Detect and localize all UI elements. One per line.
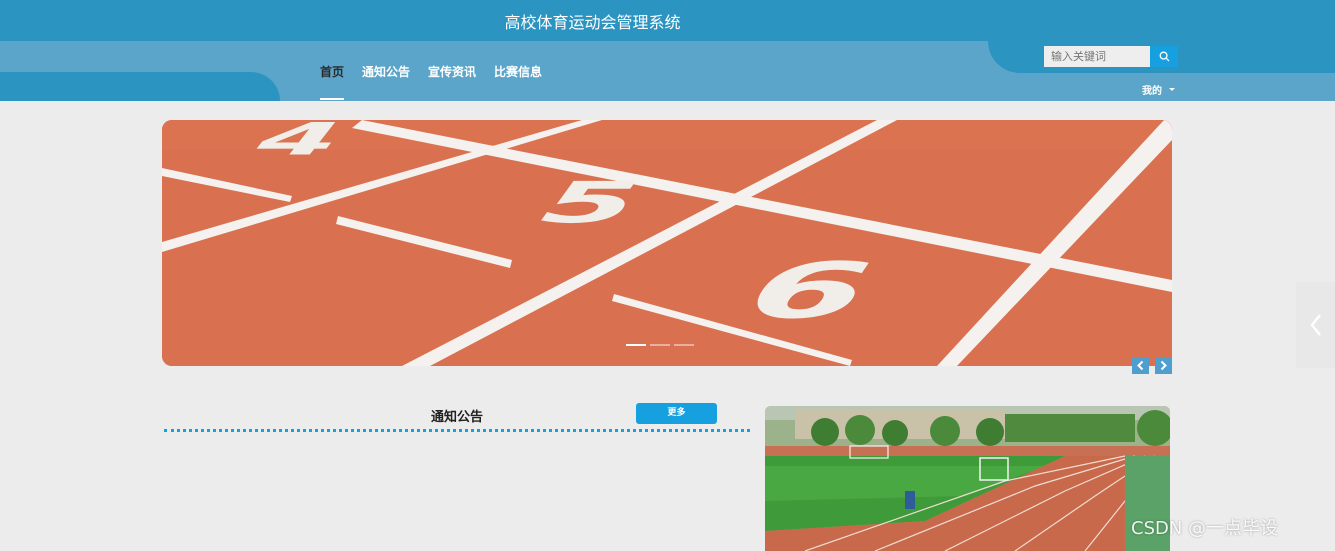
nav-item-news[interactable]: 宣传资讯: [428, 64, 476, 100]
user-menu-label: 我的: [1142, 86, 1162, 97]
carousel-dot[interactable]: [650, 344, 670, 346]
sports-field-image: [765, 406, 1170, 551]
main-nav: 首页 通知公告 宣传资讯 比赛信息: [320, 64, 560, 100]
side-scroll-button[interactable]: [1296, 282, 1335, 368]
search-button[interactable]: [1150, 46, 1178, 67]
chevron-left-icon: [1137, 360, 1144, 371]
carousel-dot[interactable]: [674, 344, 694, 346]
nav-item-notices[interactable]: 通知公告: [362, 64, 410, 100]
notice-section-header: 通知公告 更多: [164, 400, 750, 432]
site-title: 高校体育运动会管理系统: [504, 13, 681, 32]
chevron-down-icon: [1169, 88, 1175, 91]
chevron-left-icon: [1309, 314, 1321, 336]
carousel-dot[interactable]: [626, 344, 646, 346]
carousel-prev-button[interactable]: [1132, 357, 1149, 374]
carousel-next-button[interactable]: [1155, 357, 1172, 374]
search-input[interactable]: [1044, 46, 1150, 67]
user-menu[interactable]: 我的: [1142, 82, 1175, 97]
banner-carousel[interactable]: 4 5 6: [162, 120, 1172, 366]
nav-item-home[interactable]: 首页: [320, 64, 345, 100]
search-box: [1044, 46, 1178, 67]
search-icon: [1159, 51, 1169, 62]
nav-item-competitions[interactable]: 比赛信息: [494, 64, 542, 100]
watermark: CSDN @一点毕设: [1131, 518, 1279, 539]
more-button[interactable]: 更多: [636, 403, 717, 424]
chevron-right-icon: [1160, 360, 1167, 371]
carousel-indicators: [626, 344, 698, 346]
header-curve-left: [0, 72, 280, 101]
track-image: 4 5 6: [162, 120, 1172, 366]
